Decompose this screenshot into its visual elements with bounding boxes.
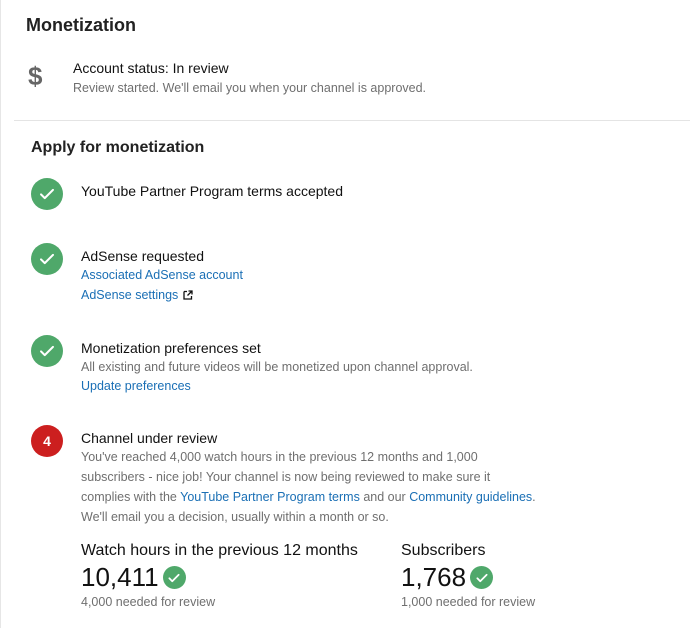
watch-hours-value: 10,411 — [81, 562, 159, 592]
check-circle-icon — [470, 566, 494, 589]
watch-hours-needed: 4,000 needed for review — [81, 595, 216, 609]
review-text-fragment: and our — [359, 490, 410, 504]
step-title-adsense: AdSense requested — [81, 248, 204, 264]
page-title: Monetization — [26, 15, 136, 35]
step-title-review: Channel under review — [81, 430, 218, 446]
left-border — [0, 0, 1, 628]
external-link-icon — [183, 290, 193, 300]
step-title-preferences: Monetization preferences set — [81, 340, 261, 356]
step-text-preferences: All existing and future videos will be m… — [81, 360, 473, 374]
ypp-terms-link[interactable]: YouTube Partner Program terms — [180, 490, 360, 504]
review-text-line: We'll email you a decision, usually with… — [81, 510, 389, 524]
associated-adsense-link[interactable]: Associated AdSense account — [81, 268, 243, 282]
review-text-line: complies with the YouTube Partner Progra… — [81, 487, 581, 507]
check-circle-icon — [31, 243, 63, 275]
dollar-icon: $ — [28, 61, 43, 91]
watch-hours-value-row: 10,411 — [81, 562, 186, 593]
update-preferences-link[interactable]: Update preferences — [81, 379, 191, 393]
subscribers-value: 1,768 — [401, 562, 467, 592]
apply-section-title: Apply for monetization — [31, 139, 205, 156]
check-circle-icon — [31, 335, 63, 367]
subscribers-value-row: 1,768 — [401, 562, 494, 593]
check-circle-icon — [31, 178, 63, 210]
adsense-settings-link[interactable]: AdSense settings — [81, 288, 193, 302]
account-status-subtitle: Review started. We'll email you when you… — [73, 81, 427, 95]
subscribers-needed: 1,000 needed for review — [401, 595, 536, 609]
subscribers-label: Subscribers — [401, 542, 486, 559]
review-text-fragment: . — [532, 490, 536, 504]
review-text-fragment: complies with the — [81, 490, 181, 504]
account-status-title: Account status: In review — [73, 60, 229, 76]
step-text-review: You've reached 4,000 watch hours in the … — [81, 447, 581, 527]
review-text-line: You've reached 4,000 watch hours in the … — [81, 450, 478, 464]
section-divider — [14, 120, 690, 121]
community-guidelines-link[interactable]: Community guidelines — [409, 490, 532, 504]
watch-hours-label: Watch hours in the previous 12 months — [81, 542, 358, 559]
step-number-badge: 4 — [31, 425, 63, 457]
step-title-ypp-terms: YouTube Partner Program terms accepted — [81, 183, 343, 199]
check-circle-icon — [162, 566, 186, 589]
adsense-settings-label: AdSense settings — [81, 288, 179, 302]
review-text-line: subscribers - nice job! Your channel is … — [81, 470, 491, 484]
